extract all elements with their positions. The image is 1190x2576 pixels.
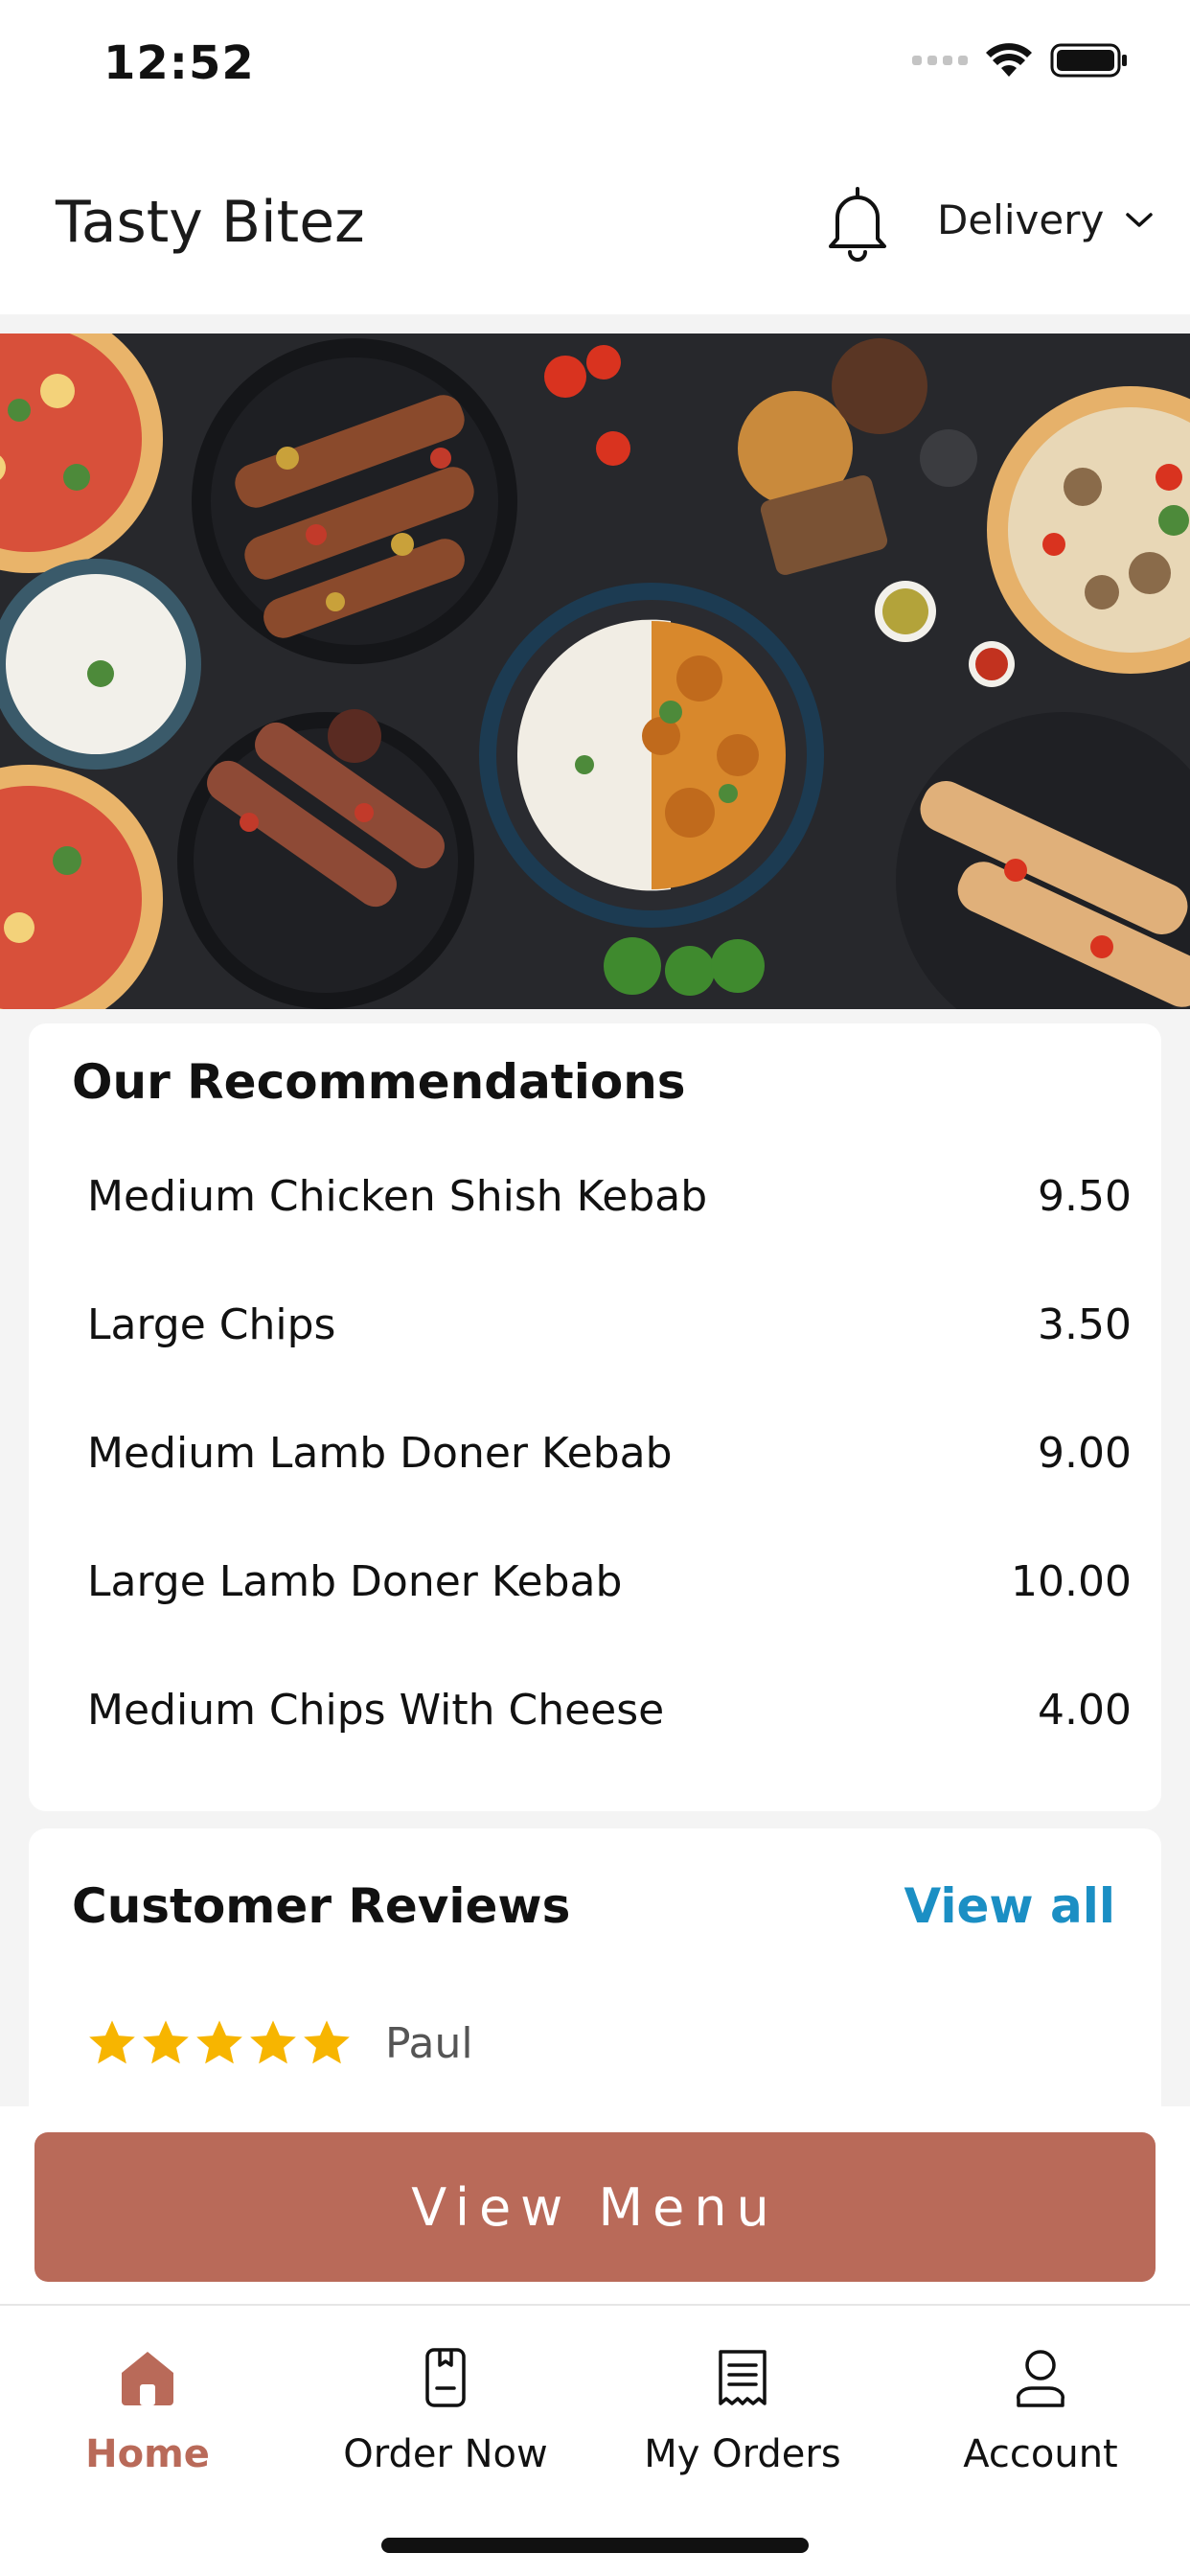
home-icon (122, 2352, 173, 2405)
recommendation-item[interactable]: Medium Chicken Shish Kebab 9.50 (87, 1132, 1132, 1260)
recommendation-item[interactable]: Large Lamb Doner Kebab 10.00 (87, 1517, 1132, 1645)
item-price: 9.50 (1038, 1171, 1132, 1221)
status-time: 12:52 (103, 36, 255, 90)
item-name: Large Chips (87, 1300, 336, 1349)
app-header: Tasty Bitez Delivery (0, 129, 1190, 316)
wifi-icon (986, 43, 1032, 77)
header-divider (0, 314, 1190, 334)
tab-label: My Orders (644, 2432, 841, 2476)
app-title: Tasty Bitez (56, 189, 365, 256)
item-name: Large Lamb Doner Kebab (87, 1556, 623, 1606)
order-mode-selector[interactable]: Delivery (937, 196, 1154, 243)
tab-label: Account (963, 2432, 1118, 2476)
reviewer-name: Paul (385, 2018, 473, 2068)
star-icon (250, 2020, 296, 2064)
tab-label: Order Now (343, 2432, 548, 2476)
item-name: Medium Lamb Doner Kebab (87, 1428, 673, 1478)
review-item: Paul (86, 2018, 473, 2068)
star-icon (143, 2020, 189, 2064)
tab-order-now[interactable]: Order Now (321, 2344, 570, 2476)
tab-account[interactable]: Account (916, 2344, 1165, 2476)
item-price: 9.00 (1038, 1428, 1132, 1478)
reviews-title: Customer Reviews (72, 1878, 571, 1934)
recommendation-item[interactable]: Medium Chips With Cheese 4.00 (87, 1645, 1132, 1774)
cellular-signal-icon (912, 56, 968, 65)
star-icon (304, 2020, 350, 2064)
item-name: Medium Chips With Cheese (87, 1685, 665, 1735)
chevron-down-icon (1126, 212, 1154, 227)
user-icon (1016, 2350, 1065, 2407)
star-rating (86, 2018, 353, 2068)
tab-home[interactable]: Home (23, 2344, 272, 2476)
item-price: 3.50 (1038, 1300, 1132, 1349)
tab-label: Home (85, 2432, 210, 2476)
receipt-icon (719, 2350, 767, 2405)
view-all-reviews-link[interactable]: View all (904, 1878, 1115, 1934)
item-name: Medium Chicken Shish Kebab (87, 1171, 708, 1221)
bottom-tab-bar: Home Order Now My Orders Account (0, 2304, 1190, 2576)
recommendations-title: Our Recommendations (72, 1054, 686, 1110)
recommendation-item[interactable]: Medium Lamb Doner Kebab 9.00 (87, 1389, 1132, 1517)
food-banner-image (0, 334, 1190, 1009)
item-price: 4.00 (1038, 1685, 1132, 1735)
view-menu-button[interactable]: View Menu (34, 2132, 1156, 2282)
status-bar: 12:52 (0, 0, 1190, 129)
battery-icon (1050, 43, 1127, 78)
star-icon (196, 2020, 242, 2064)
bell-icon[interactable] (824, 185, 891, 262)
tab-my-orders[interactable]: My Orders (618, 2344, 867, 2476)
star-icon (89, 2020, 135, 2064)
status-icons (912, 42, 1129, 79)
order-icon (425, 2348, 466, 2407)
customer-reviews-card: Customer Reviews View all Paul (29, 1828, 1161, 2106)
item-price: 10.00 (1011, 1556, 1132, 1606)
recommendations-card: Our Recommendations Medium Chicken Shish… (29, 1024, 1161, 1811)
home-indicator (381, 2538, 809, 2553)
order-mode-label: Delivery (937, 196, 1105, 243)
recommendation-item[interactable]: Large Chips 3.50 (87, 1260, 1132, 1389)
